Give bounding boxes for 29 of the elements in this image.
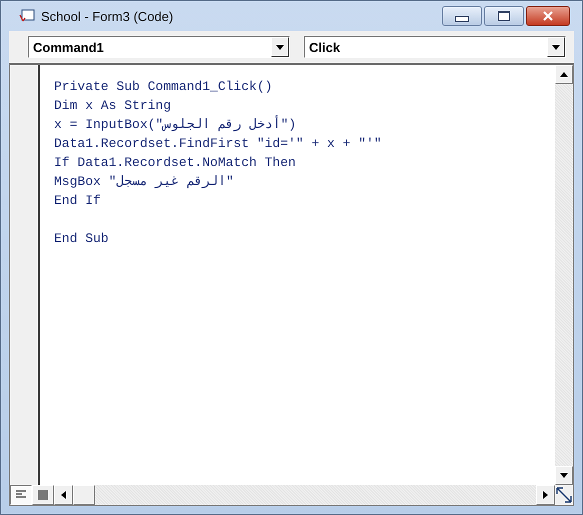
close-button[interactable] xyxy=(526,6,570,26)
code-line: Dim x As String xyxy=(54,98,172,115)
dropdown-caret-icon xyxy=(276,44,284,50)
maximize-button[interactable] xyxy=(484,6,524,26)
close-icon xyxy=(543,11,553,21)
scroll-up-icon xyxy=(560,72,568,77)
code-line: End Sub xyxy=(54,231,110,248)
module-view-icon xyxy=(37,490,49,500)
code-line: End If xyxy=(54,193,102,210)
module-view-button[interactable] xyxy=(32,485,54,505)
code-line: If Data1.Recordset.NoMatch Then xyxy=(54,155,297,172)
horizontal-scrollbar[interactable] xyxy=(54,485,555,505)
object-dropdown[interactable]: Command1 xyxy=(28,36,290,58)
resize-grip-icon[interactable] xyxy=(555,486,573,504)
procedure-dropdown[interactable]: Click xyxy=(304,36,566,58)
code-line: x = InputBox("أدخل رقم الجلوس") xyxy=(54,117,298,134)
dropdown-caret-icon xyxy=(552,44,560,50)
procedure-view-icon xyxy=(15,490,27,500)
scroll-left-icon xyxy=(61,491,66,499)
procedure-view-button[interactable] xyxy=(10,485,32,505)
code-line: Data1.Recordset.FindFirst "id='" + x + "'" xyxy=(54,136,383,153)
minimize-button[interactable] xyxy=(442,6,482,26)
vertical-scrollbar[interactable] xyxy=(555,65,573,485)
window-title: School - Form3 (Code) xyxy=(41,8,174,24)
code-line: Private Sub Command1_Click() xyxy=(54,79,274,96)
code-line: MsgBox "الرقم غير مسجل" xyxy=(54,174,235,191)
scroll-right-icon xyxy=(543,491,548,499)
scroll-down-icon xyxy=(560,473,568,478)
code-window-icon xyxy=(19,9,35,23)
